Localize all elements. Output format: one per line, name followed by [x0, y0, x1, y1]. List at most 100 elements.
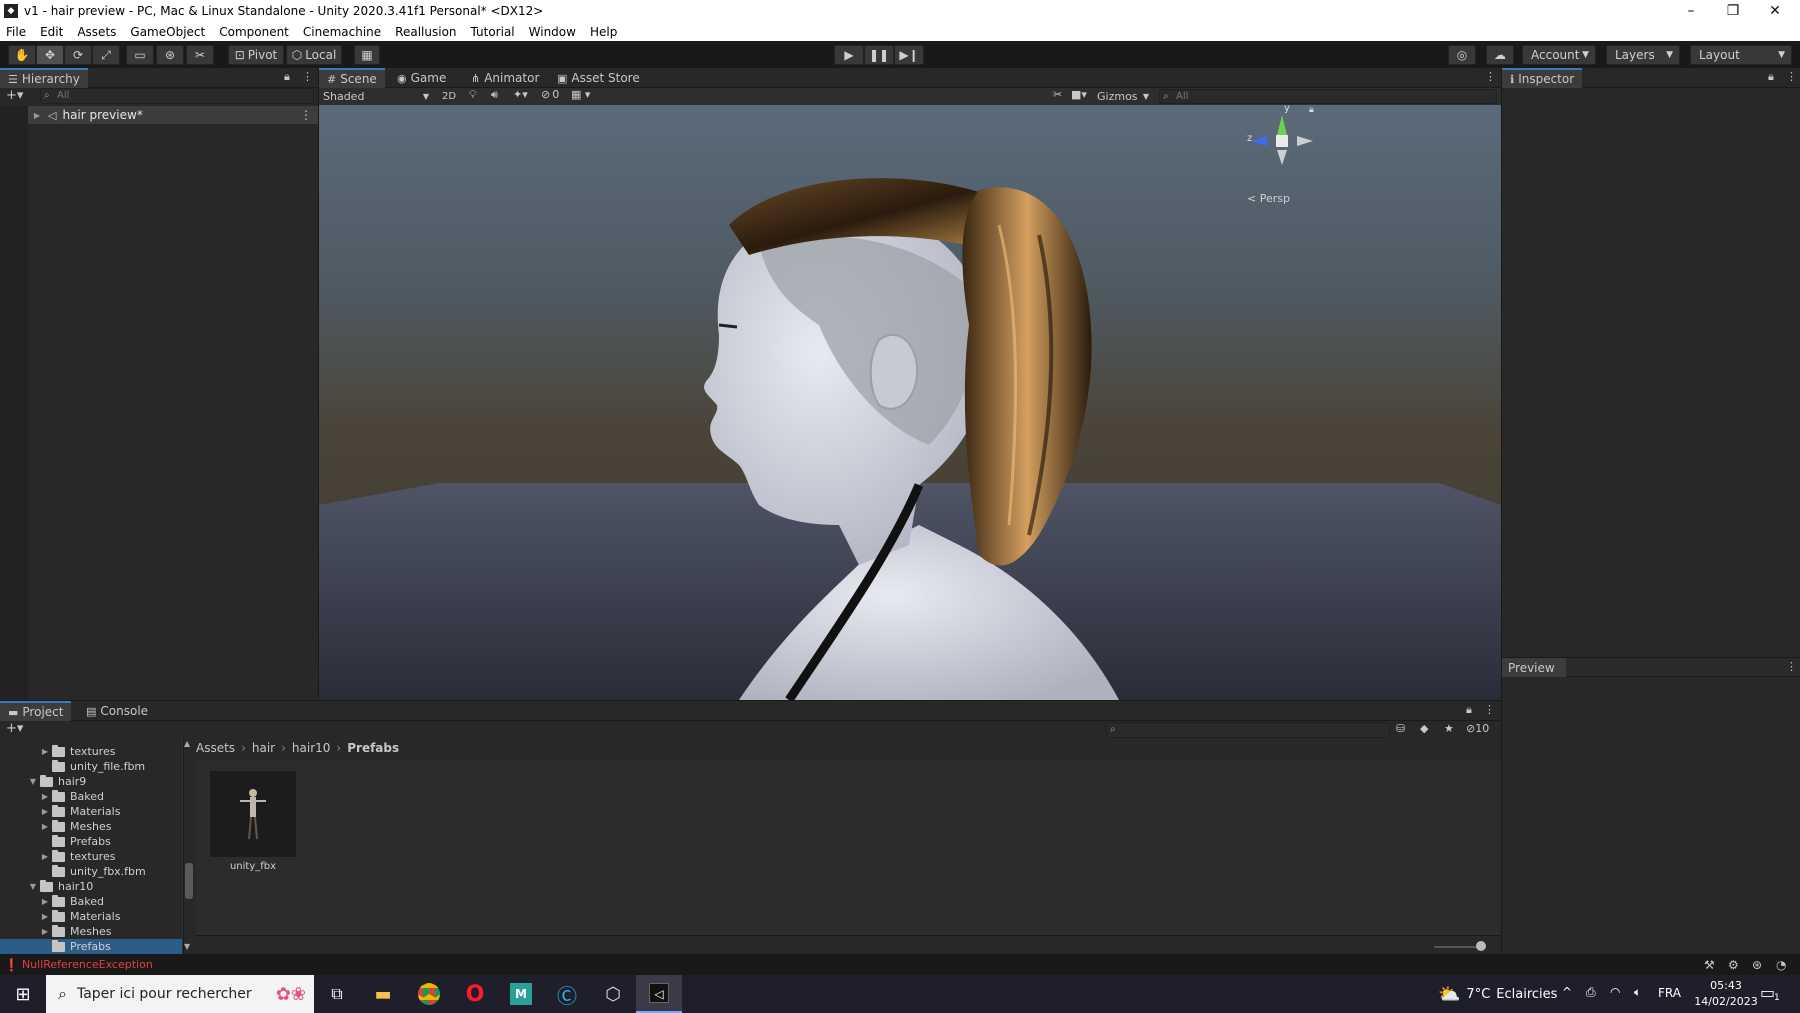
hierarchy-root-row[interactable]: ▶ ◁ hair preview* ⋮: [28, 106, 318, 124]
clock[interactable]: 05:43 14/02/2023: [1690, 978, 1762, 1010]
tree-item[interactable]: Prefabs: [52, 834, 111, 849]
hidden-objects-toggle[interactable]: ⊘ 0: [541, 88, 559, 101]
kebab-menu-icon[interactable]: ⋮: [1485, 70, 1496, 83]
scene-search-input[interactable]: ⌕ All: [1159, 89, 1497, 104]
tree-item[interactable]: unity_file.fbm: [52, 759, 145, 774]
pivot-toggle[interactable]: ⊡ Pivot: [228, 45, 284, 65]
rotate-tool-icon[interactable]: ⟳: [64, 45, 92, 65]
menu-window[interactable]: Window: [529, 25, 576, 39]
transform-tool-icon[interactable]: ⊛: [156, 45, 184, 65]
rect-tool-icon[interactable]: ▭: [126, 45, 154, 65]
hand-tool-icon[interactable]: ✋: [8, 45, 36, 65]
notification-center-icon[interactable]: ▭: [1760, 983, 1775, 1002]
lighting-icon[interactable]: 💡︎: [469, 88, 477, 102]
tab-scene[interactable]: # Scene: [319, 68, 385, 88]
expand-arrow-icon[interactable]: ▶: [40, 822, 50, 831]
audio-icon[interactable]: 🔊︎: [491, 88, 498, 102]
expand-arrow-icon[interactable]: ▶: [40, 852, 50, 861]
unity-hub-icon[interactable]: ⬡: [590, 975, 636, 1013]
tree-item[interactable]: ▶ textures: [40, 744, 115, 759]
breadcrumb-item-current[interactable]: Prefabs: [347, 741, 399, 755]
layers-dropdown[interactable]: Layers ▼: [1606, 45, 1680, 65]
tree-item[interactable]: ▶ Meshes: [40, 924, 111, 939]
kebab-menu-icon[interactable]: ⋮: [1786, 70, 1797, 83]
create-plus-icon[interactable]: +▾: [6, 721, 23, 736]
layout-dropdown[interactable]: Layout ▼: [1690, 45, 1792, 65]
menu-edit[interactable]: Edit: [40, 25, 63, 39]
expand-arrow-icon[interactable]: ▶: [40, 807, 50, 816]
scroll-up-arrow-icon[interactable]: ▲: [184, 739, 190, 748]
expand-arrow-icon[interactable]: ▶: [40, 897, 50, 906]
tree-item[interactable]: ▼ hair9: [28, 774, 86, 789]
tab-hierarchy[interactable]: ☰ Hierarchy: [0, 68, 88, 88]
gizmos-dropdown[interactable]: Gizmos ▼: [1097, 88, 1149, 105]
lock-icon[interactable]: 🔒︎: [1768, 70, 1774, 84]
collab-icon[interactable]: ◎: [1448, 45, 1476, 65]
pause-button[interactable]: ❚❚: [864, 45, 894, 65]
icon-size-slider-track[interactable]: [1434, 946, 1480, 948]
chrome-icon[interactable]: [406, 975, 452, 1013]
app-c-icon[interactable]: Ⓒ: [544, 975, 590, 1013]
expand-arrow-icon[interactable]: ▶: [40, 912, 50, 921]
project-search-input[interactable]: ⌕: [1106, 722, 1390, 738]
windows-start-icon[interactable]: ⊞: [0, 975, 46, 1013]
tab-game[interactable]: ◉ Game: [389, 68, 454, 88]
tree-item[interactable]: ▶ Baked: [40, 894, 104, 909]
icon-size-slider-thumb[interactable]: [1476, 941, 1486, 951]
tools-icon[interactable]: ✂: [1053, 88, 1062, 101]
grid-visibility-icon[interactable]: ▦ ▾: [571, 88, 590, 101]
tree-scrollbar-track[interactable]: [182, 739, 183, 955]
close-button[interactable]: ✕: [1752, 0, 1798, 22]
scene-viewport[interactable]: y z 🔒︎ < Persp: [319, 105, 1501, 700]
progress-icon[interactable]: ⚒: [1704, 958, 1715, 972]
label-icon[interactable]: ◆: [1420, 722, 1428, 735]
account-dropdown[interactable]: Account ▼: [1522, 45, 1596, 65]
create-plus-icon[interactable]: +▾: [6, 88, 23, 103]
custom-tool-icon[interactable]: ✂: [186, 45, 214, 65]
menu-reallusion[interactable]: Reallusion: [395, 25, 456, 39]
tree-item-selected[interactable]: Prefabs: [0, 939, 182, 954]
cache-server-icon[interactable]: ◔: [1776, 958, 1786, 972]
move-tool-icon[interactable]: ✥: [36, 45, 64, 65]
menu-gameobject[interactable]: GameObject: [130, 25, 205, 39]
grid-snap-icon[interactable]: ▦: [354, 45, 380, 65]
minimize-button[interactable]: –: [1668, 0, 1714, 22]
weather-widget[interactable]: ⛅ 7°C Eclaircies: [1438, 975, 1557, 1013]
tree-item[interactable]: ▶ Materials: [40, 909, 120, 924]
collapse-arrow-icon[interactable]: ▼: [28, 777, 38, 786]
tree-item[interactable]: unity_fbx.fbm: [52, 864, 146, 879]
tree-item[interactable]: ▶ textures: [40, 849, 115, 864]
tab-inspector[interactable]: ℹ Inspector: [1502, 68, 1583, 88]
projection-label[interactable]: < Persp: [1247, 192, 1290, 205]
input-language[interactable]: FRA: [1658, 986, 1681, 1000]
file-explorer-icon[interactable]: ▬: [360, 975, 406, 1013]
favorite-star-icon[interactable]: ★: [1444, 722, 1454, 735]
orientation-gizmo[interactable]: y z 🔒︎: [1237, 105, 1327, 195]
scroll-down-arrow-icon[interactable]: ▼: [184, 942, 190, 951]
preview-header[interactable]: Preview ⋮: [1502, 657, 1800, 677]
hidden-packages-toggle[interactable]: ⊘ 10: [1466, 722, 1489, 735]
2d-toggle-button[interactable]: 2D: [437, 88, 461, 105]
tab-project[interactable]: ▬ Project: [0, 701, 72, 721]
filter-type-icon[interactable]: ⛁: [1396, 722, 1405, 735]
auto-generate-lighting-icon[interactable]: ⚙: [1728, 958, 1739, 972]
app-m-icon[interactable]: M: [498, 975, 544, 1013]
asset-label[interactable]: unity_fbx: [210, 861, 296, 872]
menu-help[interactable]: Help: [590, 25, 617, 39]
breadcrumb-item[interactable]: Assets: [196, 741, 235, 755]
tab-asset-store[interactable]: ▣ Asset Store: [549, 68, 648, 88]
lock-icon[interactable]: 🔒︎: [1466, 703, 1472, 717]
step-button[interactable]: ▶❙: [894, 45, 924, 65]
tree-item[interactable]: ▶ Meshes: [40, 819, 111, 834]
kebab-menu-icon[interactable]: ⋮: [1484, 703, 1495, 716]
taskbar-search-box[interactable]: ⌕ Taper ici pour rechercher ✿❀: [46, 975, 314, 1013]
hierarchy-search-input[interactable]: ⌕ All: [40, 88, 314, 104]
expand-arrow-icon[interactable]: ▶: [40, 747, 50, 756]
expand-arrow-icon[interactable]: ▶: [40, 927, 50, 936]
cloud-icon[interactable]: ☁: [1486, 45, 1514, 65]
lock-icon[interactable]: 🔒︎: [284, 70, 290, 84]
lock-icon[interactable]: 🔒︎: [1309, 105, 1314, 115]
opera-icon[interactable]: O: [452, 975, 498, 1013]
volume-icon[interactable]: 🔈︎: [1634, 985, 1641, 1000]
local-toggle[interactable]: ⬡ Local: [286, 45, 342, 65]
